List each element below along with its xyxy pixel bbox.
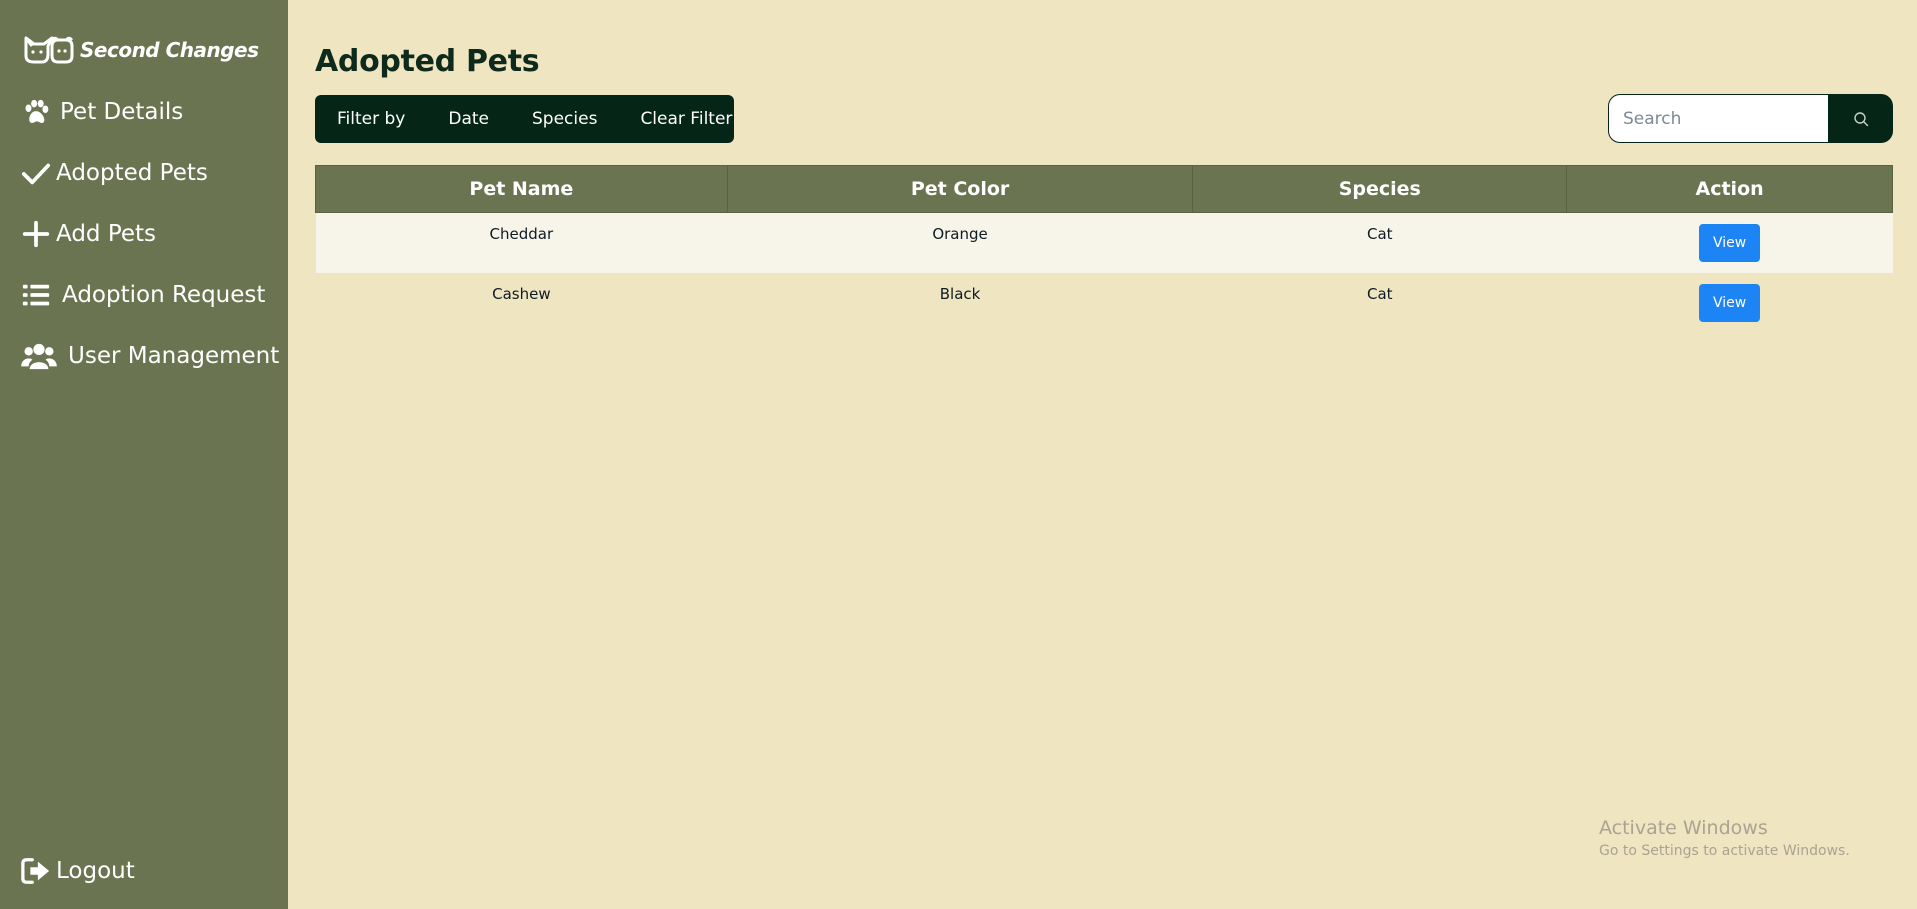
view-button[interactable]: View: [1699, 283, 1761, 322]
search-button[interactable]: [1828, 94, 1893, 143]
cell-pet-name: Cheddar: [315, 212, 728, 273]
table-row: Cheddar Orange Cat View: [315, 212, 1893, 273]
brand-name: Second Changes: [80, 38, 259, 62]
search-icon: [1853, 111, 1868, 126]
plus-icon: [20, 218, 52, 250]
filter-bar: Filter by Date Species Clear Filter: [315, 95, 734, 143]
cell-pet-color: Orange: [727, 212, 1193, 273]
search-bar: [1608, 94, 1893, 143]
adopted-pets-table: Pet Name Pet Color Species Action Chedda…: [315, 165, 1893, 333]
activate-windows-watermark: Activate Windows Go to Settings to activ…: [1599, 817, 1850, 859]
sidebar-item-label: Add Pets: [56, 221, 157, 247]
filter-by-button[interactable]: Filter by: [337, 109, 405, 129]
column-header-pet-color: Pet Color: [726, 165, 1194, 213]
column-header-species: Species: [1192, 165, 1568, 213]
cell-species: Cat: [1367, 284, 1393, 303]
filter-species-button[interactable]: Species: [532, 109, 597, 129]
sidebar-item-adopted-pets[interactable]: Adopted Pets: [20, 157, 208, 189]
pets-logo-icon: [24, 36, 74, 64]
sidebar-item-label: Adopted Pets: [56, 160, 208, 186]
sidebar-item-add-pets[interactable]: Add Pets: [20, 218, 156, 250]
column-header-action: Action: [1566, 165, 1893, 213]
logout-label: Logout: [56, 858, 135, 884]
logout-button[interactable]: Logout: [20, 855, 135, 887]
users-icon: [20, 340, 58, 372]
brand-logo[interactable]: Second Changes: [22, 34, 259, 66]
clear-filter-button[interactable]: Clear Filter: [640, 109, 732, 129]
view-button[interactable]: View: [1699, 224, 1761, 262]
page-title: Adopted Pets: [315, 44, 540, 79]
cell-action: View: [1567, 273, 1893, 333]
sidebar-item-user-management[interactable]: User Management: [20, 340, 279, 372]
paw-icon: [20, 96, 52, 128]
cell-action: View: [1566, 212, 1893, 273]
cell-species: Cat: [1192, 212, 1567, 273]
watermark-title: Activate Windows: [1599, 817, 1768, 839]
sidebar: Second Changes Pet Details Adopted Pets …: [0, 0, 288, 909]
cell-pet-color: Black: [939, 284, 981, 303]
filter-date-button[interactable]: Date: [448, 109, 489, 129]
sidebar-item-label: User Management: [68, 343, 280, 369]
sidebar-item-label: Adoption Request: [62, 282, 266, 308]
watermark-subtitle: Go to Settings to activate Windows.: [1599, 843, 1850, 859]
check-icon: [20, 157, 52, 189]
cell-pet-name: Cashew: [492, 284, 551, 303]
sidebar-item-pet-details[interactable]: Pet Details: [20, 96, 183, 128]
logout-icon: [20, 855, 52, 887]
sidebar-item-label: Pet Details: [60, 99, 184, 125]
main-content: Adopted Pets Filter by Date Species Clea…: [288, 0, 1917, 909]
search-input[interactable]: [1608, 94, 1828, 143]
column-header-pet-name: Pet Name: [315, 165, 728, 213]
list-icon: [20, 279, 52, 311]
table-header-row: Pet Name Pet Color Species Action: [315, 165, 1893, 213]
sidebar-item-adoption-request[interactable]: Adoption Request: [20, 279, 265, 311]
table-row: Cashew Black Cat View: [316, 273, 1893, 333]
